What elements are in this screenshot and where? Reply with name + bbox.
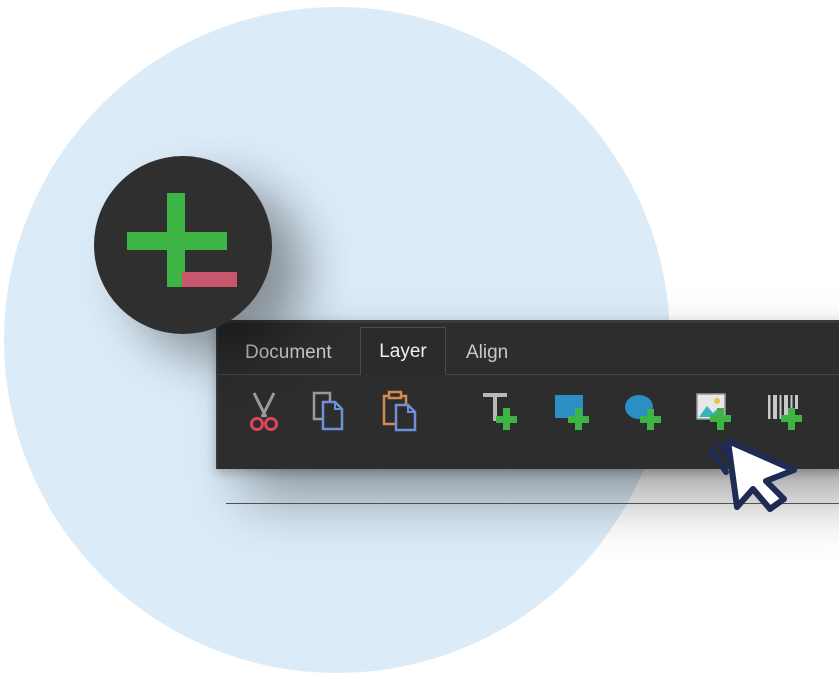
mouse-pointer: [706, 437, 806, 527]
tab-align[interactable]: Align: [466, 332, 508, 374]
tab-bar: Document Layer Align: [218, 323, 839, 375]
copy-button[interactable]: [306, 387, 350, 435]
add-rectangle-button[interactable]: [551, 387, 595, 435]
stage: Document Layer Align: [0, 0, 839, 673]
plus-minus-badge: [94, 156, 272, 334]
plus-minus-icon: [127, 193, 237, 287]
tab-layer[interactable]: Layer: [360, 327, 446, 375]
add-image-button[interactable]: [693, 387, 737, 435]
add-rectangle-icon: [555, 395, 589, 430]
add-text-icon: [483, 393, 517, 430]
paste-button[interactable]: [378, 387, 422, 435]
tab-document[interactable]: Document: [245, 332, 332, 374]
paste-icon: [382, 390, 417, 432]
add-barcode-button[interactable]: [764, 387, 808, 435]
cut-button[interactable]: [242, 387, 286, 435]
add-barcode-icon: [768, 395, 802, 430]
copy-icon: [312, 391, 344, 431]
add-text-button[interactable]: [478, 387, 522, 435]
add-image-icon: [696, 393, 731, 430]
cut-icon: [250, 392, 278, 431]
add-ellipse-button[interactable]: [622, 387, 666, 435]
add-ellipse-icon: [625, 395, 661, 430]
mouse-pointer-icon: [709, 438, 797, 512]
